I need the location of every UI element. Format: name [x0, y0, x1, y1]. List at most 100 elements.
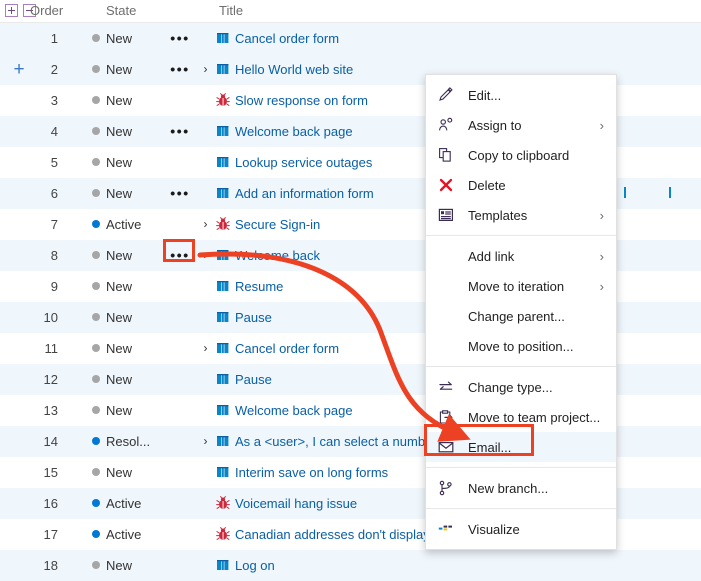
- work-item-title-link[interactable]: Slow response on form: [235, 93, 368, 108]
- state-dot-icon: [92, 127, 100, 135]
- expand-chevron-icon: ›: [200, 280, 211, 292]
- column-header-order[interactable]: Order: [30, 3, 63, 18]
- state-label: New: [106, 30, 133, 46]
- row-8-ellipsis-highlight: [163, 239, 195, 262]
- cell-order: 5: [50, 154, 58, 170]
- story-icon: [216, 279, 230, 293]
- work-item-title-link[interactable]: Add an information form: [235, 186, 374, 201]
- menu-item-label: Move to team project...: [468, 409, 601, 425]
- menu-item-label: Delete: [468, 177, 506, 193]
- state-dot-icon: [92, 189, 100, 197]
- expand-chevron-icon: ›: [200, 187, 211, 199]
- expand-chevron-icon: ›: [200, 311, 211, 323]
- cell-order: 15: [43, 464, 58, 480]
- work-item-title-link[interactable]: Cancel order form: [235, 31, 339, 46]
- column-header-title[interactable]: Title: [219, 3, 243, 18]
- work-item-title-link[interactable]: Voicemail hang issue: [235, 496, 357, 511]
- state-dot-icon: [92, 344, 100, 352]
- work-item-context-menu[interactable]: Edit... Assign to › Copy to clipboard Delete…: [425, 74, 617, 550]
- work-item-title-link[interactable]: Secure Sign-in: [235, 217, 320, 232]
- state-label: New: [106, 123, 133, 139]
- work-item-title-link[interactable]: Lookup service outages: [235, 155, 372, 170]
- menu-item-label: Change type...: [468, 379, 553, 395]
- work-item-title-link[interactable]: Resume: [235, 279, 283, 294]
- cell-state: New: [92, 54, 132, 84]
- cell-state: New: [92, 457, 132, 487]
- state-dot-icon: [92, 437, 100, 445]
- menu-item-delete[interactable]: Delete: [426, 170, 616, 200]
- menu-item-edit[interactable]: Edit...: [426, 80, 616, 110]
- story-icon: [216, 465, 230, 479]
- row-context-menu-button[interactable]: •••: [166, 54, 194, 84]
- work-item-title-link[interactable]: Welcome back page: [235, 403, 353, 418]
- work-item-title-link[interactable]: As a <user>, I can select a numbe: [235, 434, 432, 449]
- menu-item-templates[interactable]: Templates ›: [426, 200, 616, 230]
- add-child-icon[interactable]: +: [8, 54, 30, 84]
- state-label: New: [106, 61, 133, 77]
- templates-icon: [438, 207, 460, 223]
- story-icon: [216, 310, 230, 324]
- state-label: New: [106, 247, 133, 263]
- menu-item-label: New branch...: [468, 480, 549, 496]
- work-item-title-link[interactable]: Welcome back page: [235, 124, 353, 139]
- expand-chevron-icon[interactable]: ›: [200, 63, 211, 75]
- state-label: Active: [106, 526, 142, 542]
- cell-order: 16: [43, 495, 58, 511]
- table-row[interactable]: 1 New ••• › Cancel order form: [0, 23, 701, 54]
- menu-item-visualize[interactable]: Visualize: [426, 514, 616, 544]
- cell-state: New: [92, 23, 132, 53]
- work-item-title-link[interactable]: Hello World web site: [235, 62, 353, 77]
- row-context-menu-button[interactable]: •••: [166, 178, 194, 208]
- cell-order: 3: [50, 92, 58, 108]
- story-icon: [216, 62, 230, 76]
- cell-order: 18: [43, 557, 58, 573]
- menu-item-move-to-iteration[interactable]: Move to iteration ›: [426, 271, 616, 301]
- expand-chevron-icon[interactable]: ›: [200, 435, 211, 447]
- story-icon: [216, 31, 230, 45]
- row-context-menu-button[interactable]: •••: [166, 23, 194, 53]
- cell-order: 7: [50, 216, 58, 232]
- expand-chevron-icon[interactable]: ›: [200, 218, 211, 230]
- cell-order: 17: [43, 526, 58, 542]
- cell-state: New: [92, 364, 132, 394]
- state-label: New: [106, 557, 133, 573]
- table-row[interactable]: 18 New › Log on: [0, 550, 701, 581]
- cell-order: 4: [50, 123, 58, 139]
- move-project-icon: [438, 409, 460, 425]
- work-item-title-link[interactable]: Welcome back: [235, 248, 320, 263]
- row-context-menu-button[interactable]: •••: [166, 116, 194, 146]
- work-item-title-link[interactable]: Log on: [235, 558, 275, 573]
- menu-item-change-type[interactable]: Change type...: [426, 372, 616, 402]
- state-dot-icon: [92, 220, 100, 228]
- cell-order: 1: [50, 30, 58, 46]
- expand-chevron-icon: ›: [200, 404, 211, 416]
- bug-icon: [216, 496, 230, 510]
- work-item-title-link[interactable]: Interim save on long forms: [235, 465, 388, 480]
- column-header-state[interactable]: State: [106, 3, 136, 18]
- branch-icon: [438, 480, 460, 496]
- menu-item-copy-to-clipboard[interactable]: Copy to clipboard: [426, 140, 616, 170]
- state-dot-icon: [92, 158, 100, 166]
- menu-separator: [426, 235, 616, 236]
- cell-title[interactable]: › Cancel order form: [200, 23, 701, 53]
- expand-chevron-icon[interactable]: ›: [200, 249, 211, 261]
- menu-item-assign-to[interactable]: Assign to ›: [426, 110, 616, 140]
- state-dot-icon: [92, 375, 100, 383]
- expand-all-icon[interactable]: [5, 4, 18, 17]
- cell-state: New: [92, 178, 132, 208]
- expand-chevron-icon[interactable]: ›: [200, 342, 211, 354]
- work-item-title-link[interactable]: Pause: [235, 372, 272, 387]
- menu-item-add-link[interactable]: Add link ›: [426, 241, 616, 271]
- work-item-title-link[interactable]: Pause: [235, 310, 272, 325]
- cell-title[interactable]: › Log on: [200, 550, 701, 580]
- menu-item-move-to-position[interactable]: Move to position...: [426, 331, 616, 361]
- story-icon: [216, 186, 230, 200]
- menu-item-new-branch[interactable]: New branch...: [426, 473, 616, 503]
- expand-chevron-icon: ›: [200, 156, 211, 168]
- cell-state: Active: [92, 488, 141, 518]
- story-icon: [216, 341, 230, 355]
- state-label: New: [106, 309, 133, 325]
- work-item-title-link[interactable]: Canadian addresses don't display: [235, 527, 430, 542]
- menu-item-change-parent[interactable]: Change parent...: [426, 301, 616, 331]
- work-item-title-link[interactable]: Cancel order form: [235, 341, 339, 356]
